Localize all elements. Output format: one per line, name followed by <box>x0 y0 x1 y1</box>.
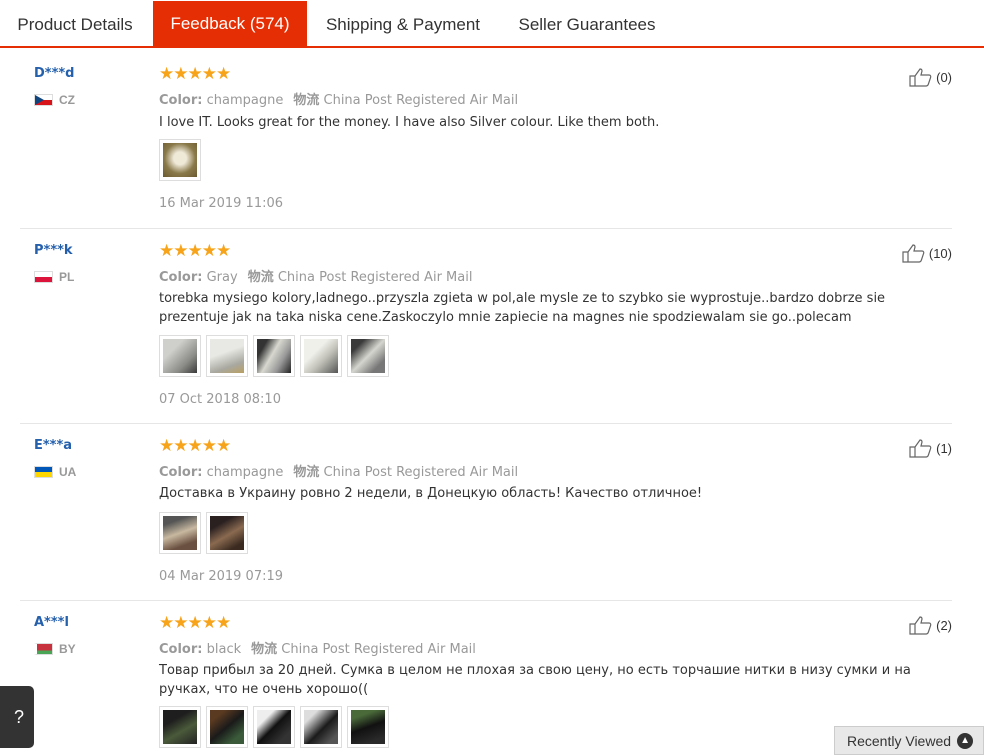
review-item: D***d CZ ★★★★★ Color: champagne 物流 China … <box>20 55 952 229</box>
helpful-button[interactable]: (10) <box>902 243 952 263</box>
review-text: Товар прибыл за 20 дней. Сумка в целом н… <box>159 663 911 697</box>
shipping-value: China Post Registered Air Mail <box>323 465 519 480</box>
review-photo-thumb[interactable] <box>206 706 248 748</box>
tab-shipping-payment[interactable]: Shipping & Payment <box>310 3 496 46</box>
helpful-button[interactable]: (0) <box>909 67 952 87</box>
help-widget-button[interactable]: ? 1 <box>0 686 34 748</box>
review-text: I love IT. Looks great for the money. I … <box>159 115 660 130</box>
review-item: E***a UA ★★★★★ Color: champagne 物流 China … <box>20 424 952 601</box>
country-code: PL <box>59 270 75 284</box>
country-code: CZ <box>59 93 75 107</box>
reviewer-name[interactable]: A***l <box>34 615 69 630</box>
helpful-count: (1) <box>936 440 952 456</box>
review-text: torebka mysiego kolory,ladnego..przyszla… <box>159 291 886 325</box>
review-date: 07 Oct 2018 08:10 <box>159 392 281 407</box>
review-photo-thumb[interactable] <box>159 139 201 181</box>
helpful-count: (10) <box>928 245 952 261</box>
review-photos <box>159 706 389 748</box>
thumbs-up-icon <box>909 439 932 458</box>
flag-ua-icon <box>34 466 53 478</box>
review-photos <box>159 139 201 181</box>
review-photos <box>159 335 389 377</box>
helpful-count: (2) <box>936 617 952 633</box>
review-text: Доставка в Украину ровно 2 недели, в Дон… <box>159 486 703 501</box>
review-meta: Color: champagne 物流 China Post Registered… <box>159 461 518 480</box>
review-photo-thumb[interactable] <box>159 706 201 748</box>
reviewer-country: UA <box>34 465 76 479</box>
shipping-label: 物流 <box>251 642 278 657</box>
shipping-value: China Post Registered Air Mail <box>277 270 473 285</box>
review-photo-thumb[interactable] <box>253 706 295 748</box>
thumbs-up-icon <box>909 616 932 635</box>
thumbs-up-icon <box>902 244 925 263</box>
helpful-count: (0) <box>936 69 952 85</box>
flag-by-icon <box>34 643 53 655</box>
review-photo-thumb[interactable] <box>347 706 389 748</box>
shipping-label: 物流 <box>293 465 320 480</box>
helpful-button[interactable]: (2) <box>909 615 952 635</box>
review-photo-thumb[interactable] <box>300 335 342 377</box>
reviewer-name[interactable]: P***k <box>34 243 73 258</box>
review-photos <box>159 512 248 554</box>
color-value: champagne <box>206 93 284 108</box>
shipping-label: 物流 <box>293 93 320 108</box>
review-meta: Color: Gray 物流 China Post Registered Air … <box>159 266 472 285</box>
color-label: Color: <box>159 270 203 285</box>
review-item: A***l BY ★★★★★ Color: black 物流 China Post… <box>20 601 952 755</box>
flag-cz-icon <box>34 94 53 106</box>
flag-pl-icon <box>34 271 53 283</box>
review-photo-thumb[interactable] <box>300 706 342 748</box>
tab-product-details[interactable]: Product Details <box>0 3 150 46</box>
shipping-value: China Post Registered Air Mail <box>323 93 519 108</box>
review-item: P***k PL ★★★★★ Color: Gray 物流 China Post … <box>20 229 952 424</box>
review-date: 04 Mar 2019 07:19 <box>159 569 284 584</box>
tab-feedback[interactable]: Feedback (574) <box>153 1 307 47</box>
recently-viewed-label: Recently Viewed <box>847 732 952 749</box>
color-label: Color: <box>159 93 203 108</box>
recently-viewed-button[interactable]: Recently Viewed ▲ <box>834 726 984 755</box>
thumbs-up-icon <box>909 68 932 87</box>
review-meta: Color: champagne 物流 China Post Registered… <box>159 89 518 108</box>
reviewer-country: BY <box>34 642 76 656</box>
color-label: Color: <box>159 642 203 657</box>
review-photo-thumb[interactable] <box>206 512 248 554</box>
tab-seller-guarantees[interactable]: Seller Guarantees <box>500 3 674 46</box>
color-value: black <box>206 642 242 657</box>
country-code: UA <box>59 465 77 479</box>
color-value: Gray <box>206 270 238 285</box>
review-photo-thumb[interactable] <box>159 335 201 377</box>
chevron-up-icon: ▲ <box>957 732 974 749</box>
helpful-button[interactable]: (1) <box>909 438 952 458</box>
tab-bar: Product Details Feedback (574) Shipping … <box>0 0 984 48</box>
star-rating: ★★★★★ <box>159 436 231 455</box>
star-rating: ★★★★★ <box>159 613 231 632</box>
shipping-value: China Post Registered Air Mail <box>281 642 476 657</box>
review-photo-thumb[interactable] <box>347 335 389 377</box>
star-rating: ★★★★★ <box>159 64 231 83</box>
reviewer-country: PL <box>34 270 74 284</box>
color-label: Color: <box>159 465 203 480</box>
reviewer-country: CZ <box>34 93 75 107</box>
shipping-label: 物流 <box>247 270 274 285</box>
color-value: champagne <box>206 465 284 480</box>
star-rating: ★★★★★ <box>159 241 231 260</box>
review-meta: Color: black 物流 China Post Registered Air… <box>159 638 476 657</box>
review-photo-thumb[interactable] <box>206 335 248 377</box>
review-photo-thumb[interactable] <box>159 512 201 554</box>
review-date: 16 Mar 2019 11:06 <box>159 196 284 211</box>
reviewer-name[interactable]: E***a <box>34 438 72 453</box>
review-photo-thumb[interactable] <box>253 335 295 377</box>
reviewer-name[interactable]: D***d <box>34 66 75 81</box>
country-code: BY <box>59 642 76 656</box>
